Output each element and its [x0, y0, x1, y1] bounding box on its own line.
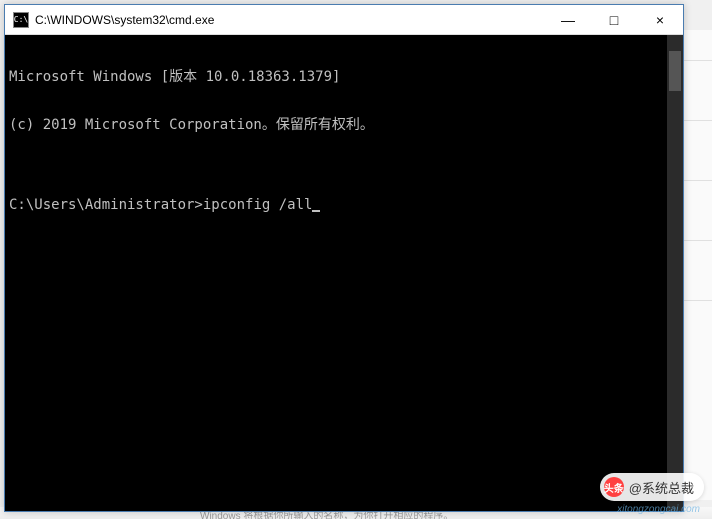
terminal-area[interactable]: Microsoft Windows [版本 10.0.18363.1379] (… [5, 35, 683, 511]
watermark-logo-icon: 头条 [604, 477, 624, 497]
background-window-fragment [684, 30, 712, 500]
maximize-button[interactable]: □ [591, 5, 637, 35]
cmd-window: C:\ C:\WINDOWS\system32\cmd.exe — □ × Mi… [4, 4, 684, 512]
titlebar[interactable]: C:\ C:\WINDOWS\system32\cmd.exe — □ × [5, 5, 683, 35]
vertical-scrollbar[interactable] [667, 35, 683, 511]
watermark-subtext: xitongzongcai.com [617, 504, 700, 515]
scrollbar-thumb[interactable] [669, 51, 681, 91]
cmd-icon: C:\ [13, 12, 29, 28]
window-title: C:\WINDOWS\system32\cmd.exe [35, 13, 545, 27]
prompt-text: C:\Users\Administrator> [9, 197, 203, 213]
close-button[interactable]: × [637, 5, 683, 35]
watermark-badge: 头条 @系统总裁 [600, 473, 704, 501]
minimize-button[interactable]: — [545, 5, 591, 35]
watermark-text: @系统总裁 [629, 478, 694, 497]
window-controls: — □ × [545, 5, 683, 34]
command-text: ipconfig /all [203, 197, 313, 213]
cursor [312, 210, 320, 212]
terminal-prompt-line: C:\Users\Administrator>ipconfig /all [9, 197, 679, 213]
terminal-output-line: Microsoft Windows [版本 10.0.18363.1379] [9, 69, 679, 85]
watermark: 头条 @系统总裁 [600, 473, 704, 501]
terminal-output-line: (c) 2019 Microsoft Corporation。保留所有权利。 [9, 117, 679, 133]
